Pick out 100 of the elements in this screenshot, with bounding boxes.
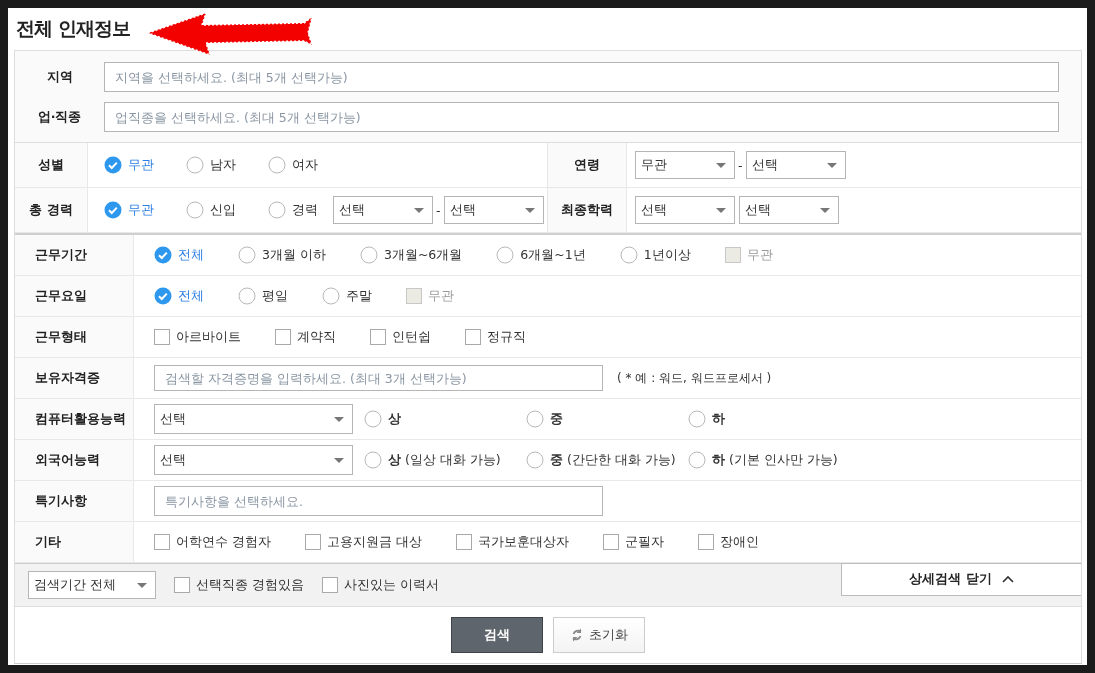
radio-button[interactable] [526, 410, 544, 428]
option-label: 정규직 [487, 328, 526, 346]
dropdown[interactable]: 선택 [333, 196, 433, 224]
input-field[interactable]: 지역을 선택하세요. (최대 5개 선택가능) [104, 62, 1059, 92]
dropdown[interactable]: 검색기간 전체 [28, 571, 156, 599]
caret-icon [524, 207, 535, 213]
caret-icon [716, 207, 726, 213]
dropdown[interactable]: 선택 [739, 196, 839, 224]
radio-button[interactable] [364, 410, 382, 428]
option-label: 남자 [210, 156, 236, 174]
dropdown[interactable]: 선택 [443, 196, 544, 224]
input-field[interactable]: 특기사항을 선택하세요. [154, 486, 603, 516]
checkbox[interactable] [174, 577, 190, 593]
radio-button[interactable] [526, 451, 544, 469]
option-label: 상 (일상 대화 가능) [388, 451, 501, 469]
option-label: 주말 [346, 287, 372, 305]
radio-button[interactable] [496, 246, 515, 264]
field-label: 지역 [46, 68, 73, 86]
option-label: 중 [550, 410, 563, 428]
option-label: 하 (기본 인사만 가능) [712, 451, 838, 469]
radio-button[interactable] [154, 287, 172, 305]
dropdown[interactable]: 선택 [154, 404, 353, 434]
radio-button[interactable] [238, 287, 256, 305]
option-label: 3개월 이하 [262, 246, 326, 264]
field-label: 근무형태 [35, 328, 87, 346]
field-label: 성별 [38, 156, 64, 174]
radio-button[interactable] [104, 156, 122, 174]
option-label: 하 [712, 410, 725, 428]
option-label: 고용지원금 대상 [327, 533, 422, 551]
radio-button[interactable] [688, 410, 706, 428]
caret-icon [820, 207, 830, 213]
field-label: 최종학력 [561, 201, 613, 219]
toggle-button[interactable]: 상세검색 닫기 [841, 563, 1081, 596]
option-label: 무관 [428, 287, 454, 305]
radio-button[interactable] [186, 156, 204, 174]
checkbox[interactable] [305, 534, 321, 550]
option-label: 신입 [210, 201, 236, 219]
option-label: 아르바이트 [176, 328, 241, 346]
option-label: 어학연수 경험자 [176, 533, 271, 551]
field-label: 기타 [35, 533, 61, 551]
option-label: 6개월~1년 [520, 246, 586, 264]
checkbox[interactable] [322, 577, 338, 593]
dropdown[interactable]: 선택 [154, 445, 353, 475]
checkbox[interactable] [465, 329, 481, 345]
dropdown[interactable]: 선택 [745, 151, 846, 179]
field-label: 총 경력 [29, 201, 73, 219]
caret-icon [414, 207, 424, 213]
field-label: 연령 [574, 156, 600, 174]
field-label: 근무요일 [35, 287, 87, 305]
option-label: 무관 [746, 246, 773, 264]
field-label: 외국어능력 [35, 451, 100, 469]
option-label: 선택직종 경험있음 [196, 576, 304, 594]
radio-button[interactable] [359, 246, 378, 264]
field-label: 컴퓨터활용능력 [35, 410, 126, 428]
option-label: 무관 [128, 156, 154, 174]
radio-button[interactable] [268, 201, 286, 219]
radio-button[interactable] [268, 156, 286, 174]
checkbox[interactable] [455, 534, 472, 550]
checkbox[interactable] [370, 329, 386, 345]
hint-text: ( * 예 : 워드, 워드프로세서 ) [617, 369, 772, 387]
option-label: 전체 [178, 287, 204, 305]
option-label: 장애인 [719, 533, 759, 551]
range-separator: - [738, 157, 743, 173]
radio-button[interactable] [238, 246, 256, 264]
checkbox[interactable] [602, 534, 619, 550]
input-field[interactable]: 검색할 자격증명을 입력하세요. (최대 3개 선택가능) [154, 365, 603, 391]
option-label: 인턴쉽 [392, 328, 431, 346]
checkbox[interactable] [275, 329, 291, 345]
caret-icon [334, 457, 344, 463]
field-label: 근무기간 [35, 246, 87, 264]
radio-button[interactable] [186, 201, 204, 219]
caret-icon [334, 416, 344, 422]
dropdown[interactable]: 무관 [635, 151, 735, 179]
option-label: 국가보훈대상자 [477, 533, 569, 551]
option-label: 사진있는 이력서 [344, 576, 439, 594]
option-label: 전체 [178, 246, 204, 264]
option-label: 1년이상 [643, 246, 691, 264]
radio-button[interactable] [688, 451, 706, 469]
dropdown[interactable]: 선택 [635, 196, 735, 224]
radio-button[interactable] [154, 246, 172, 264]
checkbox[interactable] [154, 329, 170, 345]
option-label: 경력 [292, 201, 318, 219]
refresh-icon [570, 628, 583, 642]
input-field[interactable]: 업직종을 선택하세요. (최대 5개 선택가능) [104, 102, 1059, 132]
checkbox[interactable] [697, 534, 714, 550]
search-button[interactable]: 검색 [451, 617, 543, 653]
radio-button[interactable] [322, 287, 340, 305]
option-label: 군필자 [624, 533, 664, 551]
radio-button[interactable] [104, 201, 122, 219]
field-label: 업·직종 [37, 108, 82, 126]
option-label: 상 [388, 410, 401, 428]
radio-button[interactable] [619, 246, 638, 264]
caret-icon [716, 162, 726, 168]
reset-button[interactable]: 초기화 [553, 617, 645, 653]
caret-icon [826, 162, 837, 168]
checkbox[interactable] [154, 534, 170, 550]
radio-button[interactable] [364, 451, 382, 469]
range-separator: - [436, 202, 441, 218]
option-label: 무관 [128, 201, 154, 219]
chevron-up-icon [1001, 575, 1014, 584]
